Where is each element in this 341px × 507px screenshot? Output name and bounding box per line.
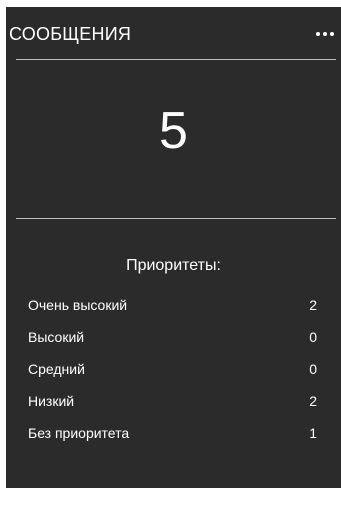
widget-title: СООБЩЕНИЯ [9,24,132,44]
more-horizontal-icon [316,32,320,36]
priorities-heading: Приоритеты: [126,257,221,274]
priority-count: 0 [309,329,317,345]
priority-count: 1 [309,425,317,441]
priority-row-very-high: Очень высокий 2 [6,293,341,325]
priority-label: Низкий [28,393,75,409]
priority-row-low: Низкий 2 [6,389,341,421]
priority-label: Очень высокий [28,297,128,313]
priority-row-none: Без приоритета 1 [6,421,341,453]
messages-widget: СООБЩЕНИЯ 5 Приоритеты: Очень высокий 2 … [6,7,341,488]
priority-row-high: Высокий 0 [6,325,341,357]
total-message-count: 5 [159,102,188,160]
more-options-button[interactable] [311,26,339,42]
priority-count: 2 [309,393,317,409]
more-horizontal-icon-dot [330,32,334,36]
priority-count: 0 [309,361,317,377]
priority-list: Очень высокий 2 Высокий 0 Средний 0 Низк… [6,293,341,453]
widget-header: СООБЩЕНИЯ [6,7,341,59]
section-divider [16,218,336,219]
priority-count: 2 [309,297,317,313]
priority-row-medium: Средний 0 [6,357,341,389]
priority-label: Средний [28,361,85,377]
more-horizontal-icon-dot [323,32,327,36]
header-divider [16,59,336,60]
priority-label: Высокий [28,329,85,345]
priority-label: Без приоритета [28,425,130,441]
